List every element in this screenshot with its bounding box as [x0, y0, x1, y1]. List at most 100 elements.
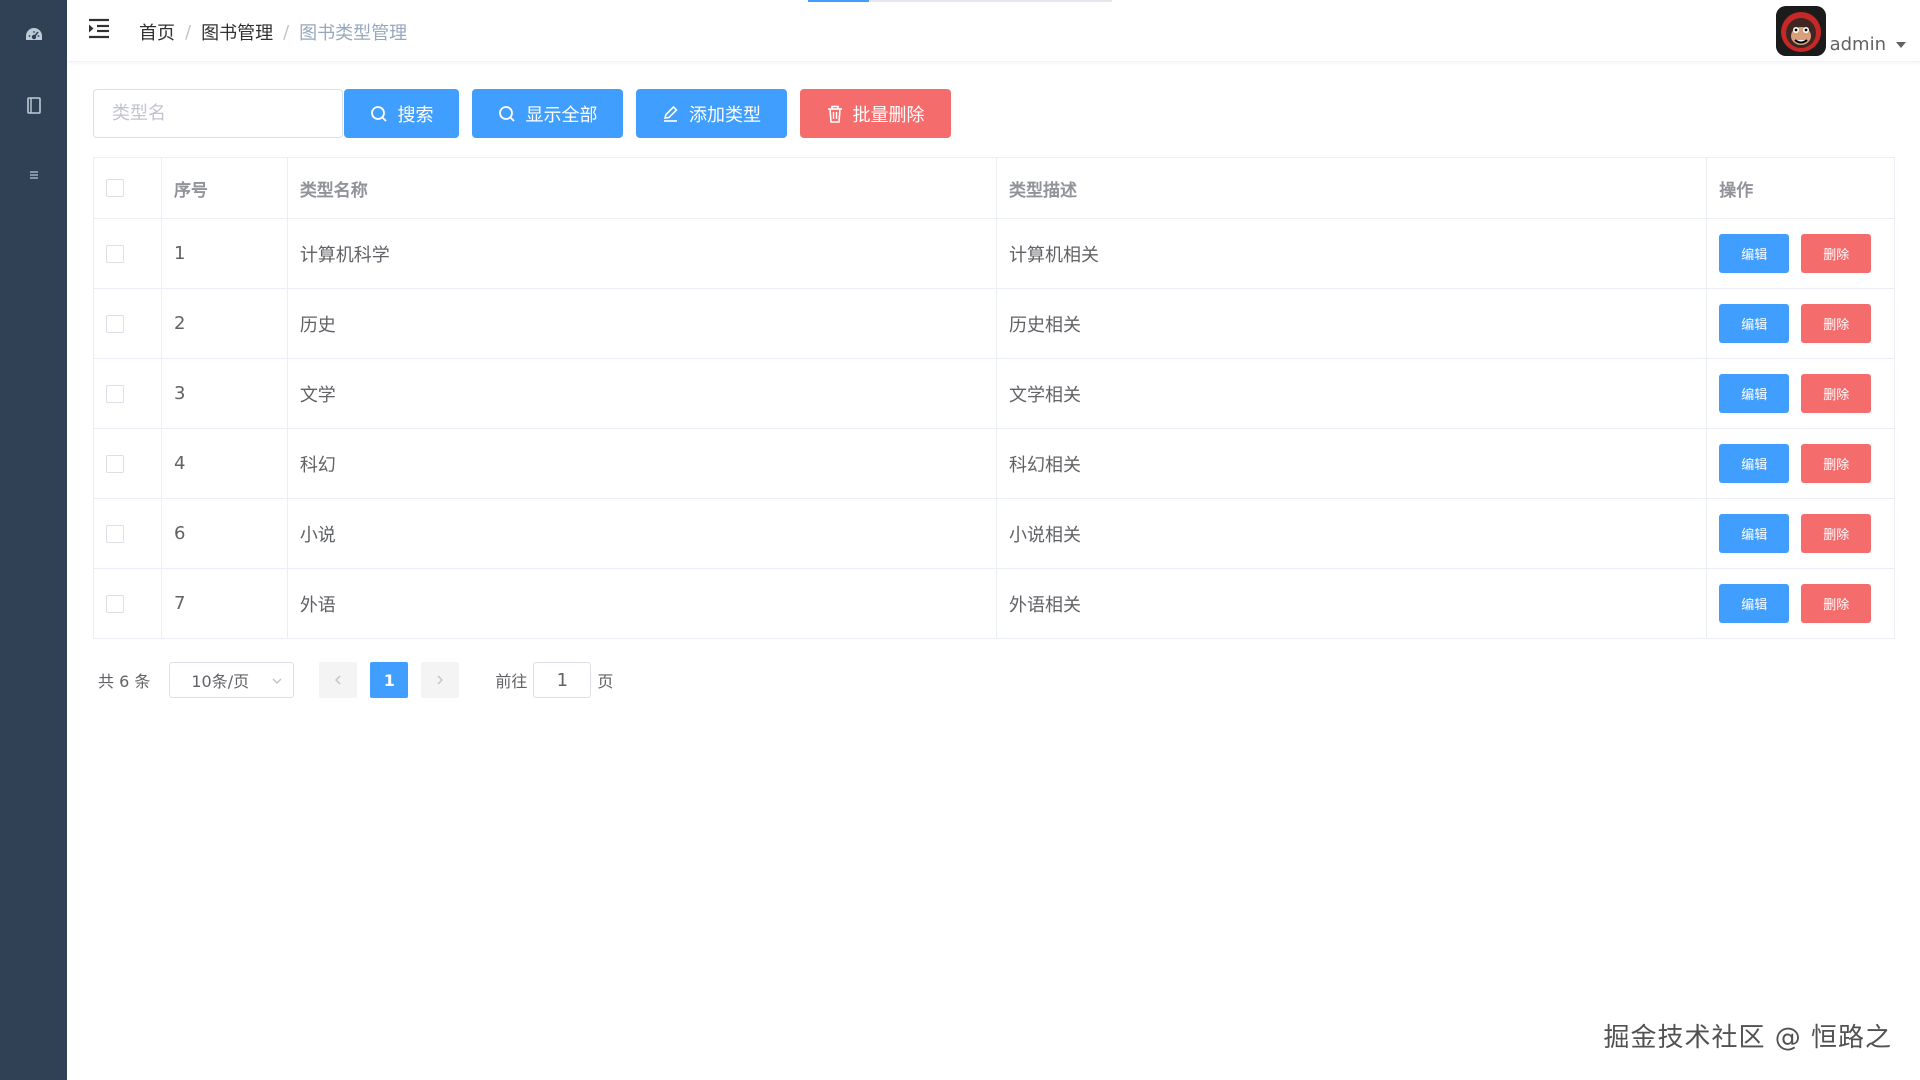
row-type-name: 小说: [288, 499, 998, 568]
select-all-checkbox[interactable]: [106, 179, 124, 197]
dashboard-icon: [25, 28, 42, 40]
header-select-cell: [94, 158, 162, 218]
row-id: 7: [162, 569, 288, 638]
row-checkbox[interactable]: [106, 594, 124, 613]
row-type-name: 文学: [288, 359, 998, 428]
row-type-name: 历史: [288, 289, 998, 358]
loading-progress-fill: [808, 0, 869, 2]
app-root: 首页 / 图书管理 / 图书类型管理 admin 类型名 搜索 显示全部 添加类…: [0, 0, 1920, 1080]
avatar: [1775, 6, 1826, 56]
list-icon: [29, 171, 38, 179]
search-button[interactable]: 搜索: [344, 89, 459, 138]
edit-button[interactable]: 编辑: [1719, 304, 1790, 343]
row-actions: 编辑 删除: [1707, 499, 1894, 568]
table-row: 4 科幻 科幻相关 编辑 删除: [94, 429, 1894, 499]
header-actions: 操作: [1719, 180, 1754, 201]
edit-button[interactable]: 编辑: [1719, 514, 1790, 553]
header-id: 序号: [162, 158, 288, 218]
row-type-name: 计算机科学: [288, 219, 998, 288]
prev-page-button[interactable]: [319, 662, 358, 698]
table-row: 3 文学 文学相关 编辑 删除: [94, 359, 1894, 429]
username: admin: [1829, 34, 1886, 55]
user-dropdown[interactable]: admin: [1775, 6, 1906, 56]
toolbar: 搜索 显示全部 添加类型: [93, 89, 951, 138]
row-actions: 编辑 删除: [1707, 219, 1894, 288]
row-type-name: 科幻: [288, 429, 998, 498]
batch-delete-button-label: 批量删除: [852, 104, 925, 126]
book-icon: [26, 96, 41, 114]
row-id: 1: [162, 219, 288, 288]
pagination-total: 共 6 条: [98, 672, 151, 691]
row-type-desc: 科幻相关: [997, 429, 1708, 498]
goto-page-input[interactable]: [533, 662, 592, 698]
sidebar-toggle-button[interactable]: [87, 17, 113, 43]
delete-button[interactable]: 删除: [1801, 304, 1872, 343]
type-name-search-input[interactable]: [93, 89, 343, 138]
breadcrumb-separator: /: [283, 21, 290, 43]
breadcrumb-current: 图书类型管理: [299, 23, 408, 44]
sidebar-item-books[interactable]: [0, 77, 67, 133]
row-checkbox[interactable]: [106, 244, 124, 263]
row-id: 6: [162, 499, 288, 568]
row-type-desc: 文学相关: [997, 359, 1708, 428]
page-size-select[interactable]: 10条/页: [169, 662, 295, 698]
delete-button[interactable]: 删除: [1801, 374, 1872, 413]
row-id: 4: [162, 429, 288, 498]
breadcrumb-home[interactable]: 首页: [139, 19, 175, 45]
search-button-label: 搜索: [397, 104, 434, 126]
row-checkbox[interactable]: [106, 524, 124, 543]
row-id: 2: [162, 289, 288, 358]
delete-button[interactable]: 删除: [1801, 584, 1872, 623]
main-content: 搜索 显示全部 添加类型: [67, 62, 1920, 1080]
search-icon: [370, 105, 387, 122]
trash-icon: [827, 105, 842, 123]
delete-button[interactable]: 删除: [1801, 444, 1872, 483]
delete-button[interactable]: 删除: [1801, 514, 1872, 553]
row-type-desc: 计算机相关: [997, 219, 1708, 288]
row-type-desc: 历史相关: [997, 289, 1708, 358]
edit-button[interactable]: 编辑: [1719, 584, 1790, 623]
row-actions: 编辑 删除: [1707, 359, 1894, 428]
row-select-cell: [94, 289, 162, 358]
row-checkbox[interactable]: [106, 314, 124, 333]
search-icon: [498, 105, 515, 122]
header-type-name: 类型名称: [288, 158, 998, 218]
row-actions: 编辑 删除: [1707, 289, 1894, 358]
breadcrumb-separator: /: [185, 21, 192, 43]
chevron-left-icon: [335, 675, 341, 685]
row-select-cell: [94, 499, 162, 568]
breadcrumb: 首页 / 图书管理 / 图书类型管理: [139, 19, 407, 45]
watermark: 掘金技术社区 @ 恒路之: [1603, 1023, 1892, 1053]
edit-pen-icon: [663, 105, 678, 122]
row-actions: 编辑 删除: [1707, 429, 1894, 498]
table-row: 2 历史 历史相关 编辑 删除: [94, 289, 1894, 359]
delete-button[interactable]: 删除: [1801, 234, 1872, 273]
edit-button[interactable]: 编辑: [1719, 374, 1790, 413]
table-row: 6 小说 小说相关 编辑 删除: [94, 499, 1894, 569]
row-select-cell: [94, 219, 162, 288]
next-page-button[interactable]: [421, 662, 460, 698]
batch-delete-button[interactable]: 批量删除: [800, 89, 951, 138]
add-type-button[interactable]: 添加类型: [636, 89, 787, 138]
pagination: 共 6 条 10条/页 1 前往 页: [98, 662, 613, 698]
sidebar-item-list[interactable]: [0, 147, 67, 203]
chevron-right-icon: [437, 675, 444, 685]
row-type-desc: 小说相关: [997, 499, 1708, 568]
breadcrumb-book-management[interactable]: 图书管理: [201, 19, 273, 45]
row-checkbox[interactable]: [106, 454, 124, 473]
row-type-desc: 外语相关: [997, 569, 1708, 638]
header-type-desc: 类型描述: [997, 158, 1708, 218]
top-navbar: 首页 / 图书管理 / 图书类型管理 admin: [67, 0, 1920, 62]
sidebar-item-dashboard[interactable]: [0, 7, 67, 63]
edit-button[interactable]: 编辑: [1719, 444, 1790, 483]
edit-button[interactable]: 编辑: [1719, 234, 1790, 273]
chevron-down-icon: [272, 678, 282, 684]
page-number-current[interactable]: 1: [370, 662, 409, 698]
loading-progress-bar: [808, 0, 1112, 2]
row-checkbox[interactable]: [106, 384, 124, 403]
show-all-button[interactable]: 显示全部: [472, 89, 623, 138]
sidebar: [0, 0, 67, 1080]
book-type-table: 序号 类型名称 类型描述 操作 1 计算机科学 计算机相关 编辑 删除 2 历史…: [93, 157, 1895, 639]
table-row: 7 外语 外语相关 编辑 删除: [94, 569, 1894, 639]
row-actions: 编辑 删除: [1707, 569, 1894, 638]
